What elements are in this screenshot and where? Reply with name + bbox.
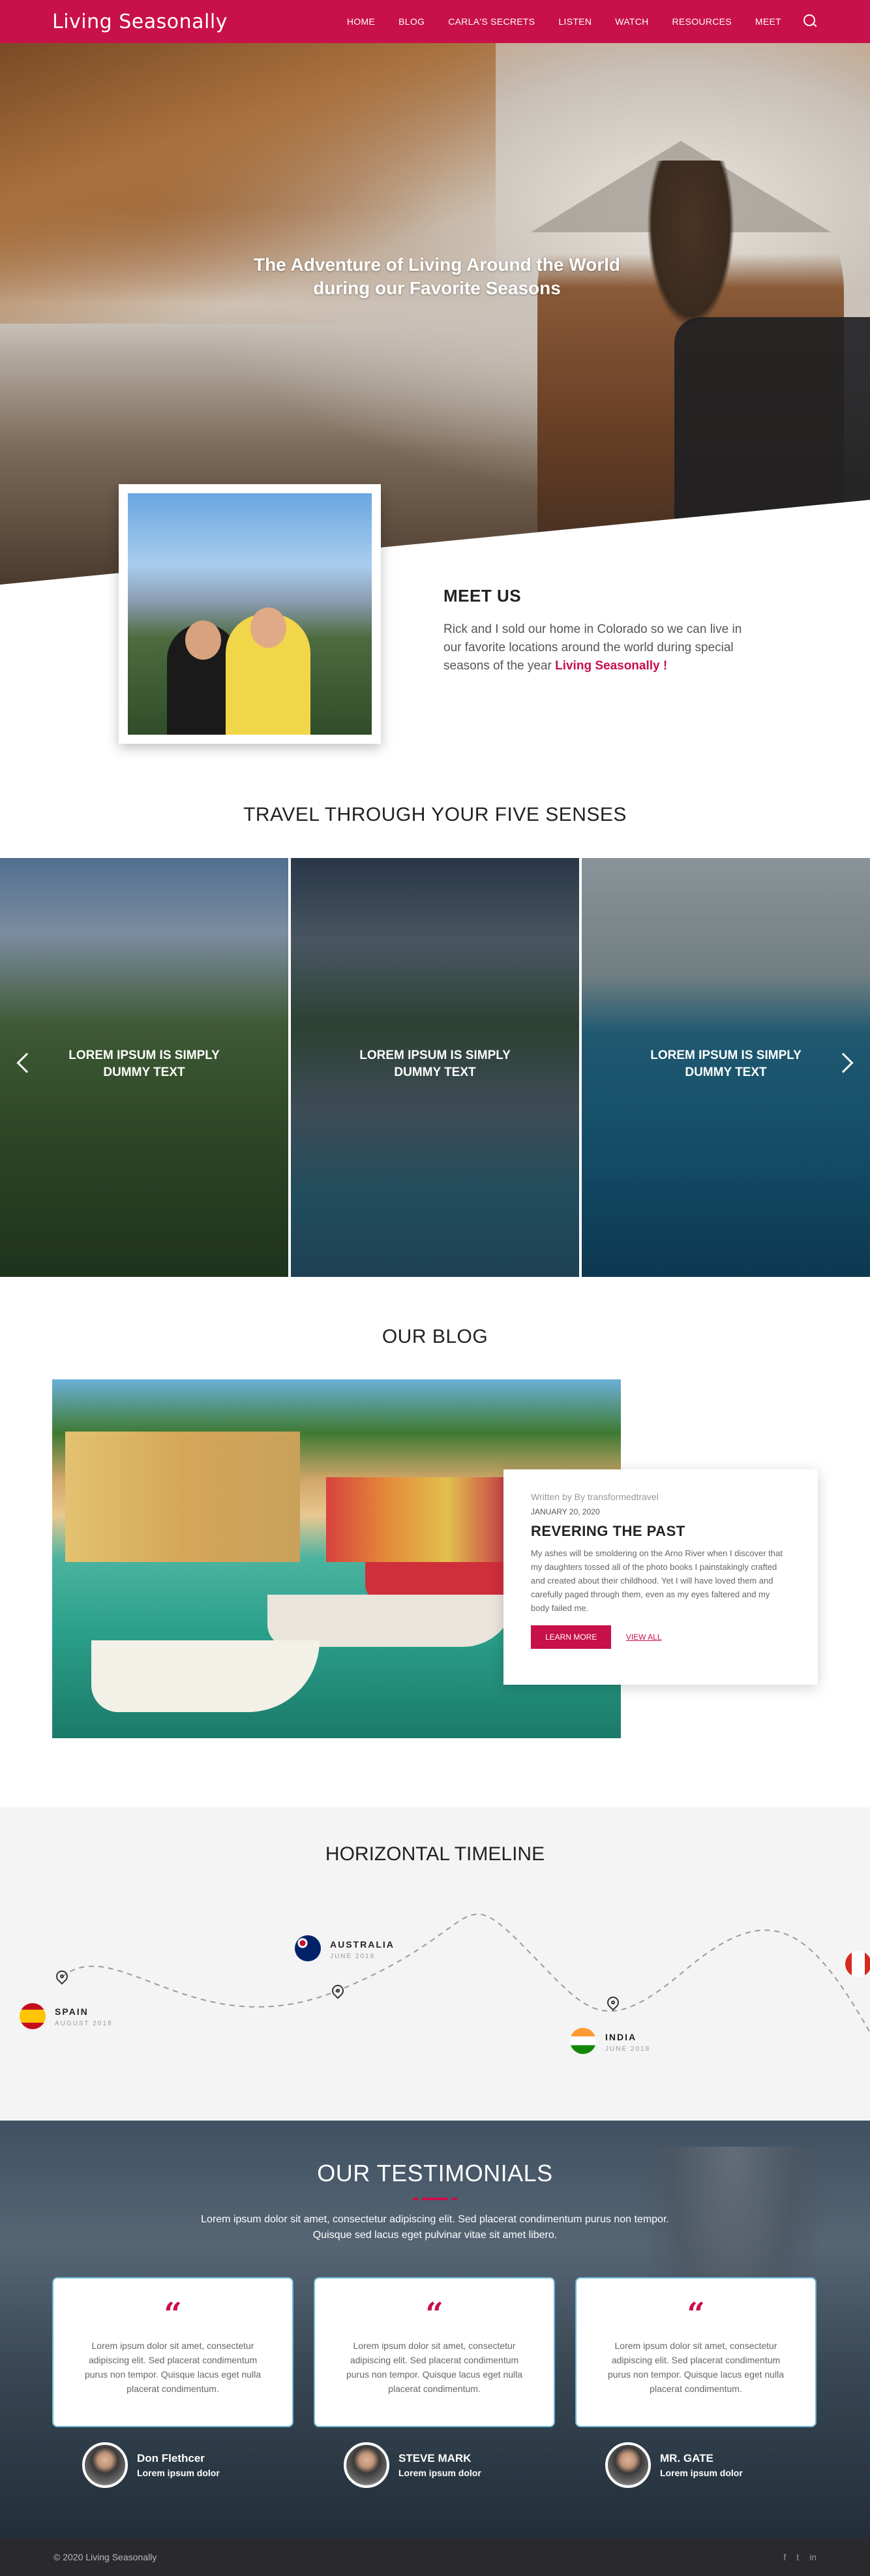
quote-icon: “ (164, 2296, 182, 2333)
slide-1[interactable]: LOREM IPSUM IS SIMPLY DUMMY TEXT (0, 858, 288, 1277)
senses-carousel: LOREM IPSUM IS SIMPLY DUMMY TEXT LOREM I… (0, 858, 870, 1277)
slide-3[interactable]: LOREM IPSUM IS SIMPLY DUMMY TEXT (582, 858, 870, 1277)
slide-caption: LOREM IPSUM IS SIMPLY DUMMY TEXT (650, 1049, 802, 1079)
village-houses-right (326, 1477, 509, 1562)
face-woman (185, 621, 221, 660)
footer: © 2020 Living Seasonally f t in (0, 2538, 870, 2576)
timeline-date: AUGUST 2018 (55, 2020, 113, 2027)
testimonial-card: “ Lorem ipsum dolor sit amet, consectetu… (575, 2277, 817, 2427)
person-role: Lorem ipsum dolor (137, 2468, 220, 2478)
meet-us-heading: MEET US (443, 586, 522, 606)
meet-us-photo (119, 484, 381, 744)
person-name: STEVE MARK (398, 2452, 472, 2464)
nav-meet[interactable]: MEET (755, 16, 781, 27)
testimonials-heading: OUR TESTIMONIALS (317, 2160, 553, 2186)
learn-more-button[interactable]: LEARN MORE (531, 1625, 612, 1649)
person-info: STEVE MARK Lorem ipsum dolor (398, 2452, 481, 2478)
person-role: Lorem ipsum dolor (660, 2468, 743, 2478)
australia-flag-icon (295, 1935, 321, 1961)
person-name: MR. GATE (660, 2452, 713, 2464)
testimonials-intro: Lorem ipsum dolor sit amet, consectetur … (170, 2212, 700, 2243)
nav-listen[interactable]: LISTEN (558, 16, 592, 27)
slide-caption: LOREM IPSUM IS SIMPLY DUMMY TEXT (68, 1049, 220, 1079)
boat-front (91, 1640, 320, 1712)
linkedin-icon[interactable]: in (809, 2552, 817, 2562)
timeline-date: JUNE 2018 (605, 2046, 651, 2053)
village-houses-left (65, 1432, 300, 1562)
site-logo[interactable]: Living Seasonally (52, 10, 228, 33)
boat-white (267, 1595, 515, 1647)
person-info: Don Flethcer Lorem ipsum dolor (137, 2452, 220, 2478)
avatar (82, 2442, 128, 2488)
slide-caption: LOREM IPSUM IS SIMPLY DUMMY TEXT (359, 1049, 511, 1079)
meet-us-section: MEET US Rick and I sold our home in Colo… (443, 586, 743, 675)
avatar (344, 2442, 389, 2488)
timeline-label: AUSTRALIA (330, 1939, 395, 1950)
timeline-label: INDIA (605, 2032, 637, 2042)
person-name: Don Flethcer (137, 2452, 205, 2464)
search-icon[interactable] (803, 14, 818, 29)
meet-us-body: Rick and I sold our home in Colorado so … (443, 621, 743, 675)
timeline-path (61, 1913, 870, 2033)
copyright-text: © 2020 Living Seasonally (53, 2552, 157, 2562)
blog-excerpt: My ashes will be smoldering on the Arno … (531, 1548, 783, 1613)
spain-flag-icon (20, 2003, 46, 2029)
main-menu: HOME BLOG CARLA'S SECRETS LISTEN WATCH R… (323, 14, 818, 29)
testimonial-person: STEVE MARK Lorem ipsum dolor (344, 2442, 481, 2488)
view-all-link[interactable]: VIEW ALL (626, 1633, 662, 1642)
blog-author: Written by By transformedtravel (531, 1492, 659, 1502)
testimonial-card: “ Lorem ipsum dolor sit amet, consectetu… (52, 2277, 293, 2427)
blog-date: JANUARY 20, 2020 (531, 1507, 600, 1516)
person-role: Lorem ipsum dolor (398, 2468, 481, 2478)
face-man (250, 607, 286, 648)
testimonial-quote: Lorem ipsum dolor sit amet, consectetur … (346, 2340, 523, 2394)
avatar (605, 2442, 651, 2488)
nav-carlas-secrets[interactable]: CARLA'S SECRETS (448, 16, 535, 27)
nav-home[interactable]: HOME (347, 16, 375, 27)
nav-watch[interactable]: WATCH (615, 16, 648, 27)
timeline-label: SPAIN (55, 2006, 89, 2017)
testimonial-card: “ Lorem ipsum dolor sit amet, consectetu… (314, 2277, 555, 2427)
quote-icon: “ (425, 2296, 443, 2333)
india-flag-icon (570, 2028, 596, 2054)
testimonial-person: MR. GATE Lorem ipsum dolor (605, 2442, 743, 2488)
nav-blog[interactable]: BLOG (398, 16, 425, 27)
meet-us-accent[interactable]: Living Seasonally ! (555, 659, 667, 673)
social-links: f t in (783, 2552, 817, 2562)
nav-resources[interactable]: RESOURCES (672, 16, 732, 27)
twitter-icon[interactable]: t (796, 2552, 799, 2562)
canada-flag-icon (845, 1951, 870, 1977)
senses-heading: TRAVEL THROUGH YOUR FIVE SENSES (243, 804, 627, 825)
testimonials-intro-line2: Quisque sed lacus eget pulvinar vitae si… (312, 2230, 558, 2241)
testimonials-intro-line1: Lorem ipsum dolor sit amet, consectetur … (201, 2214, 669, 2225)
heading-divider (413, 2198, 457, 2200)
person-info: MR. GATE Lorem ipsum dolor (660, 2452, 743, 2478)
slide-2[interactable]: LOREM IPSUM IS SIMPLY DUMMY TEXT (291, 858, 579, 1277)
couple-photo (128, 493, 372, 735)
timeline-date: JUNE 2018 (330, 1953, 376, 1960)
quote-icon: “ (687, 2296, 705, 2333)
top-navbar: Living Seasonally HOME BLOG CARLA'S SECR… (0, 0, 870, 43)
blog-title[interactable]: REVERING THE PAST (531, 1523, 790, 1540)
testimonial-quote: Lorem ipsum dolor sit amet, consectetur … (84, 2340, 262, 2394)
timeline-section: HORIZONTAL TIMELINE SPAIN AUGUST 2018 AU… (0, 1807, 870, 2121)
testimonial-quote: Lorem ipsum dolor sit amet, consectetur … (607, 2340, 785, 2394)
blog-heading: OUR BLOG (382, 1326, 488, 1347)
testimonials-section: OUR TESTIMONIALS Lorem ipsum dolor sit a… (0, 2121, 870, 2538)
testimonial-person: Don Flethcer Lorem ipsum dolor (82, 2442, 220, 2488)
blog-post-card: Written by By transformedtravel JANUARY … (503, 1469, 818, 1685)
facebook-icon[interactable]: f (783, 2552, 786, 2562)
